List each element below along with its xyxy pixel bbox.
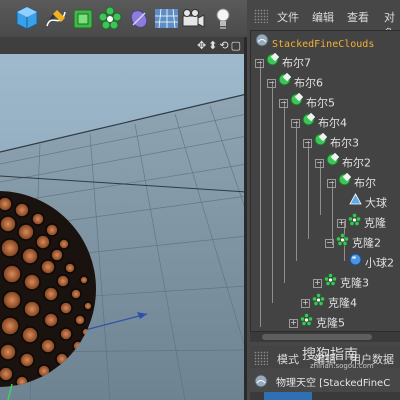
boole-icon <box>302 112 316 134</box>
sphere-icon <box>349 253 362 274</box>
cloner-icon <box>312 293 325 314</box>
tree-item-label: 克隆 <box>364 216 386 230</box>
tree-item-boole6[interactable]: − 布尔6 <box>267 72 323 94</box>
tree-item-label: 克隆4 <box>328 296 357 310</box>
collapse-toggle[interactable]: − <box>255 59 264 68</box>
tree-item-label: 布尔3 <box>330 136 359 150</box>
tree-item-label: 布尔7 <box>282 56 311 70</box>
menu-edit[interactable]: 编辑 <box>312 9 334 25</box>
3d-viewport[interactable]: ✥⬍⟲▢ <box>0 37 247 400</box>
tree-item-small-sphere2[interactable]: 小球2 <box>349 253 394 273</box>
tree-item-cloner5[interactable]: + 克隆5 <box>289 313 345 331</box>
expand-toggle[interactable]: + <box>337 219 346 228</box>
cube-primitive-icon[interactable] <box>14 4 40 32</box>
tree-item-cloner4[interactable]: + 克隆4 <box>301 293 357 313</box>
viewport-divider[interactable] <box>244 37 247 400</box>
collapse-toggle[interactable]: − <box>279 99 288 108</box>
expand-toggle[interactable]: + <box>313 279 322 288</box>
pen-spline-icon[interactable] <box>43 4 69 32</box>
boole-icon <box>278 72 292 94</box>
cloner-icon <box>348 213 361 234</box>
physical-sky-icon <box>254 374 268 391</box>
tree-item-cloner3[interactable]: + 克隆3 <box>313 273 369 293</box>
cloner-icon <box>300 313 313 331</box>
scrollbar-thumb[interactable] <box>262 334 372 340</box>
array-cloner-icon[interactable] <box>97 4 123 32</box>
tree-item-label: 布尔 <box>354 176 376 190</box>
collapse-toggle[interactable]: − <box>303 139 312 148</box>
floor-environment-icon[interactable] <box>153 4 179 32</box>
physical-sky-icon <box>255 33 269 55</box>
camera-icon[interactable] <box>180 4 206 32</box>
tab-basic[interactable] <box>264 392 312 400</box>
tree-item-label: 布尔2 <box>342 156 371 170</box>
tree-item-boole[interactable]: − 布尔 <box>327 172 376 194</box>
viewport-navigation-icons[interactable]: ✥⬍⟲▢ <box>197 39 243 52</box>
tree-item-label: 小球2 <box>365 256 394 270</box>
main-toolbar <box>0 0 247 38</box>
deformer-icon[interactable] <box>126 4 152 32</box>
collapse-toggle[interactable]: − <box>327 179 336 188</box>
boole-icon <box>326 152 340 174</box>
boole-icon <box>338 172 352 194</box>
tree-line <box>260 61 261 327</box>
subdivision-surface-icon[interactable] <box>70 4 96 32</box>
tree-item-label: 布尔5 <box>306 96 335 110</box>
tree-line <box>308 141 309 239</box>
attribute-title: 物理天空 [StackedFineC <box>276 378 391 389</box>
panel-grip-icon[interactable] <box>254 351 268 365</box>
object-tree: StackedFineClouds − 布尔7 − 布尔6 − 布尔5 − 布尔4 − 布… <box>250 30 400 332</box>
menu-file[interactable]: 文件 <box>277 9 299 25</box>
watermark-logo: 搜狗指南 <box>302 347 358 363</box>
tree-item-boole7[interactable]: − 布尔7 <box>255 52 311 74</box>
tree-item-label: 克隆2 <box>352 236 381 250</box>
watermark-url: zhinan.sogou.com <box>310 362 374 370</box>
polygon-object-icon <box>349 193 362 214</box>
collapse-toggle[interactable]: − <box>315 159 324 168</box>
boole-icon <box>290 92 304 114</box>
tree-item-root[interactable]: StackedFineClouds <box>255 33 374 53</box>
light-bulb-icon[interactable] <box>210 4 236 32</box>
attribute-title-row: 物理天空 [StackedFineC <box>250 370 400 392</box>
boole-icon <box>314 132 328 154</box>
tree-line <box>284 101 285 283</box>
boole-icon <box>266 52 280 74</box>
viewport-header: ✥⬍⟲▢ <box>0 37 247 55</box>
cloner-icon <box>324 273 337 294</box>
cloner-icon <box>336 233 349 254</box>
viewport-scene <box>0 54 247 400</box>
tree-item-label: 布尔4 <box>318 116 347 130</box>
object-manager-menubar: 文件 编辑 查看 对象 <box>250 5 400 40</box>
tree-item-label: StackedFineClouds <box>272 39 375 50</box>
tree-item-label: 布尔6 <box>294 76 323 90</box>
tree-item-cloner2[interactable]: − 克隆2 <box>325 233 381 253</box>
tree-item-big-sphere[interactable]: 大球 <box>349 193 387 213</box>
collapse-toggle[interactable]: − <box>325 239 334 248</box>
tree-item-boole5[interactable]: − 布尔5 <box>279 92 335 114</box>
menu-mode[interactable]: 模式 <box>277 351 299 367</box>
tree-item-boole4[interactable]: − 布尔4 <box>291 112 347 134</box>
tree-item-cloner[interactable]: + 克隆 <box>337 213 386 233</box>
tree-line <box>296 121 297 261</box>
panel-grip-icon[interactable] <box>254 9 268 23</box>
collapse-toggle[interactable]: − <box>267 79 276 88</box>
object-tree-scrollbar[interactable] <box>250 331 400 342</box>
tree-line <box>272 81 273 303</box>
menu-view[interactable]: 查看 <box>347 9 369 25</box>
tree-item-boole3[interactable]: − 布尔3 <box>303 132 359 154</box>
attribute-tabs <box>250 392 400 400</box>
tree-item-label: 克隆5 <box>316 316 345 330</box>
tree-item-boole2[interactable]: − 布尔2 <box>315 152 371 174</box>
collapse-toggle[interactable]: − <box>291 119 300 128</box>
expand-toggle[interactable]: + <box>301 299 310 308</box>
tree-item-label: 大球 <box>365 196 387 210</box>
expand-toggle[interactable]: + <box>289 319 298 328</box>
tree-item-label: 克隆3 <box>340 276 369 290</box>
